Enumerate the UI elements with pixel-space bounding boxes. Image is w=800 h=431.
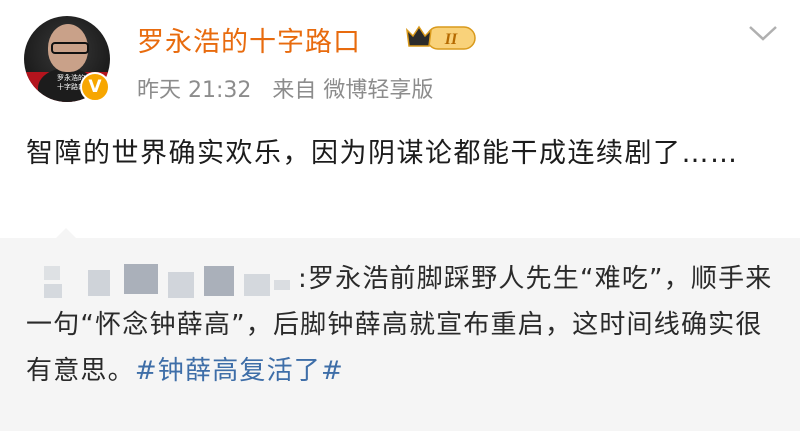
post-source[interactable]: 来自 微博轻享版	[272, 78, 433, 103]
avatar-glasses	[51, 42, 89, 54]
level-badge: II	[444, 31, 458, 48]
repost-text: :罗永浩前脚踩野人先生“难吃”，顺手来一句“怀念钟薛高”，后脚钟薛高就宣布重启，…	[26, 256, 786, 394]
post-text: 智障的世界确实欢乐，因为阴谋论都能干成连续剧了……	[26, 138, 739, 169]
verified-glyph: V	[88, 76, 102, 97]
post-time: 昨天 21:32	[137, 78, 252, 103]
chevron-down-icon[interactable]	[748, 24, 778, 42]
verified-badge-icon: V	[80, 72, 110, 102]
author-name[interactable]: 罗永浩的十字路口	[137, 20, 361, 59]
crown-level-icon[interactable]: II	[405, 22, 477, 54]
post-meta: 昨天 21:32 来自 微博轻享版	[137, 72, 447, 104]
hashtag-link[interactable]: #钟薛高复活了#	[135, 356, 344, 386]
